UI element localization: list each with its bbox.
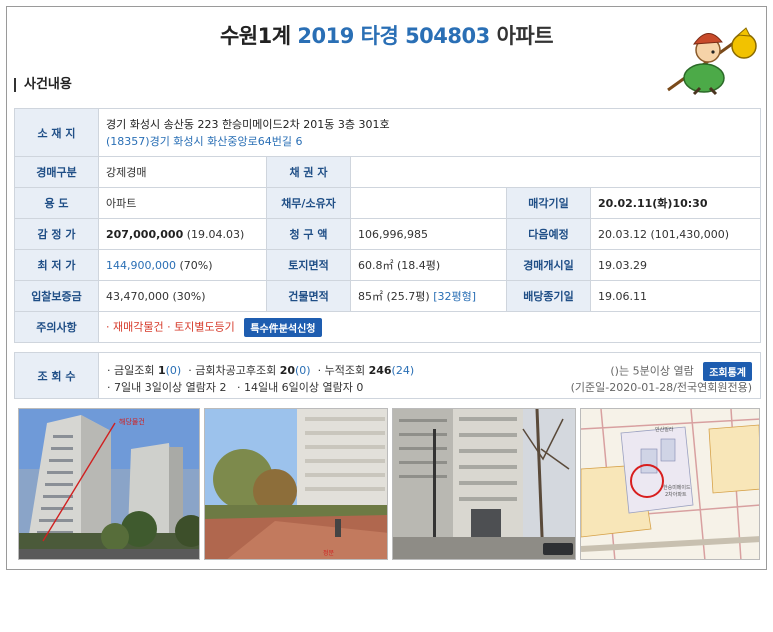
week-viewers: · 7일내 3일이상 열람자 2 [107, 380, 227, 394]
appraisal-date: (19.04.03) [186, 227, 245, 241]
address-label: 소 재 지 [14, 108, 99, 157]
sale-date-label: 매각기일 [506, 187, 591, 219]
view-count-cell: · 금일조회 1(0) · 금회차공고후조회 20(0) · 누적조회 246(… [98, 352, 761, 399]
building-area-value: 85㎡ (25.7평) [358, 290, 430, 303]
sale-date-value: 20.02.11(화)10:30 [589, 187, 762, 219]
creditor-value [349, 156, 762, 188]
auction-type-label: 경매구분 [14, 156, 99, 188]
pyeong-type-link[interactable]: [32평형] [433, 290, 476, 303]
photo2-caption: 정문 [323, 550, 335, 557]
min-price-value: 144,900,000 [106, 258, 176, 272]
view-stats-line1: · 금일조회 1(0) · 금회차공고후조회 20(0) · 누적조회 246(… [107, 362, 414, 378]
total-view-label: · 누적조회 [317, 363, 366, 377]
traveler-mascot-icon [667, 27, 757, 96]
case-info-table: 소 재 지 경기 화성시 송산동 223 한승미메이드2차 201동 3층 30… [14, 108, 762, 343]
notice-value: · 재매각물건 · 토지별도등기 [106, 320, 235, 333]
view-basis: (기준일-2020-01-28/전국연회원전용) [570, 380, 752, 394]
auction-start-label: 경매개시일 [506, 249, 591, 281]
appraisal-cell: 207,000,000 (19.04.03) [98, 218, 267, 250]
today-view-label: · 금일조회 [107, 363, 155, 377]
debtor-value [350, 187, 507, 219]
map-label-2: 2차아파트 [665, 491, 687, 498]
claim-label: 청 구 액 [266, 218, 351, 250]
claim-value: 106,996,985 [350, 218, 507, 250]
appraisal-value: 207,000,000 [106, 227, 184, 241]
today-view-count: 1 [157, 363, 166, 377]
auction-type-value: 강제경매 [98, 156, 267, 188]
page-title: 수원1계 2019 타경 504803 아파트 [0, 20, 773, 50]
court-name: 수원1계 [219, 24, 291, 48]
min-price-rate: (70%) [179, 258, 213, 272]
use-label: 용 도 [14, 187, 99, 219]
building-area-label: 건물면적 [266, 280, 351, 312]
total-view-sub: (24) [391, 363, 415, 377]
notice-label: 주의사항 [14, 311, 99, 343]
appraisal-row: 감 정 가 207,000,000 (19.04.03) 청 구 액 106,9… [14, 218, 762, 250]
property-photo-3[interactable] [392, 408, 576, 560]
view-count-table: 조 회 수 · 금일조회 1(0) · 금회차공고후조회 20(0) · 누적조… [14, 352, 761, 399]
notice-cell: · 재매각물건 · 토지별도등기 특수件분석신청 [97, 311, 762, 343]
debtor-label: 채무/소유자 [266, 187, 351, 219]
after-notice-view-count: 20 [279, 363, 295, 377]
view-note: ()는 5분이상 열람 [610, 364, 694, 377]
dividend-deadline-value: 19.06.11 [589, 280, 762, 312]
today-view-sub: (0) [165, 363, 182, 377]
special-analysis-button[interactable]: 특수件분석신청 [244, 317, 322, 337]
section-title: 사건내용 [14, 78, 72, 92]
use-row: 용 도 아파트 채무/소유자 매각기일 20.02.11(화)10:30 [14, 187, 762, 219]
two-week-viewers: · 14일내 6일이상 열람자 0 [236, 380, 364, 394]
view-stats-line2: · 7일내 3일이상 열람자 2 · 14일내 6일이상 열람자 0 [107, 379, 363, 395]
photo1-caption: 해당물건 [119, 417, 145, 426]
property-photo-2[interactable]: 정문 [204, 408, 388, 560]
after-notice-view-label: · 금회차공고후조회 [188, 363, 277, 377]
building-area-cell: 85㎡ (25.7평) [32평형] [350, 280, 507, 312]
auction-start-value: 19.03.29 [589, 249, 762, 281]
next-sale-label: 다음예정 [506, 218, 591, 250]
property-photo-1[interactable]: 해당물건 [18, 408, 200, 560]
min-price-cell: 144,900,000 (70%) [98, 249, 267, 281]
appraisal-label: 감 정 가 [14, 218, 99, 250]
min-price-row: 최 저 가 144,900,000 (70%) 토지면적 60.8㎡ (18.4… [14, 249, 762, 281]
total-view-count: 246 [368, 363, 392, 377]
location-map[interactable]: 한승미메이드 2차아파트 안산빌라 [580, 408, 760, 560]
address-line2: (18357)경기 화성시 화산중앙로64번길 6 [106, 134, 303, 148]
dividend-deadline-label: 배당종기일 [506, 280, 591, 312]
after-notice-view-sub: (0) [295, 363, 311, 377]
map-label-3: 안산빌라 [655, 426, 674, 433]
map-label-1: 한승미메이드 [663, 484, 691, 491]
address-row: 소 재 지 경기 화성시 송산동 223 한승미메이드2차 201동 3층 30… [14, 108, 762, 157]
deposit-value: 43,470,000 (30%) [98, 280, 267, 312]
min-price-label: 최 저 가 [14, 249, 99, 281]
address-line1: 경기 화성시 송산동 223 한승미메이드2차 201동 3층 301호 [106, 117, 390, 131]
use-value: 아파트 [98, 187, 267, 219]
property-type: 아파트 [496, 24, 554, 48]
case-number: 2019 타경 504803 [297, 24, 490, 48]
creditor-label: 채 권 자 [266, 156, 351, 188]
view-count-label: 조 회 수 [14, 352, 99, 399]
deposit-row: 입찰보증금 43,470,000 (30%) 건물면적 85㎡ (25.7평) … [14, 280, 762, 312]
address-value: 경기 화성시 송산동 223 한승미메이드2차 201동 3층 301호 (18… [97, 108, 762, 157]
land-area-value: 60.8㎡ (18.4평) [350, 249, 507, 281]
notice-row: 주의사항 · 재매각물건 · 토지별도등기 특수件분석신청 [14, 311, 762, 343]
deposit-label: 입찰보증금 [14, 280, 99, 312]
type-row: 경매구분 강제경매 채 권 자 [14, 156, 762, 188]
land-area-label: 토지면적 [266, 249, 351, 281]
next-sale-value: 20.03.12 (101,430,000) [589, 218, 762, 250]
